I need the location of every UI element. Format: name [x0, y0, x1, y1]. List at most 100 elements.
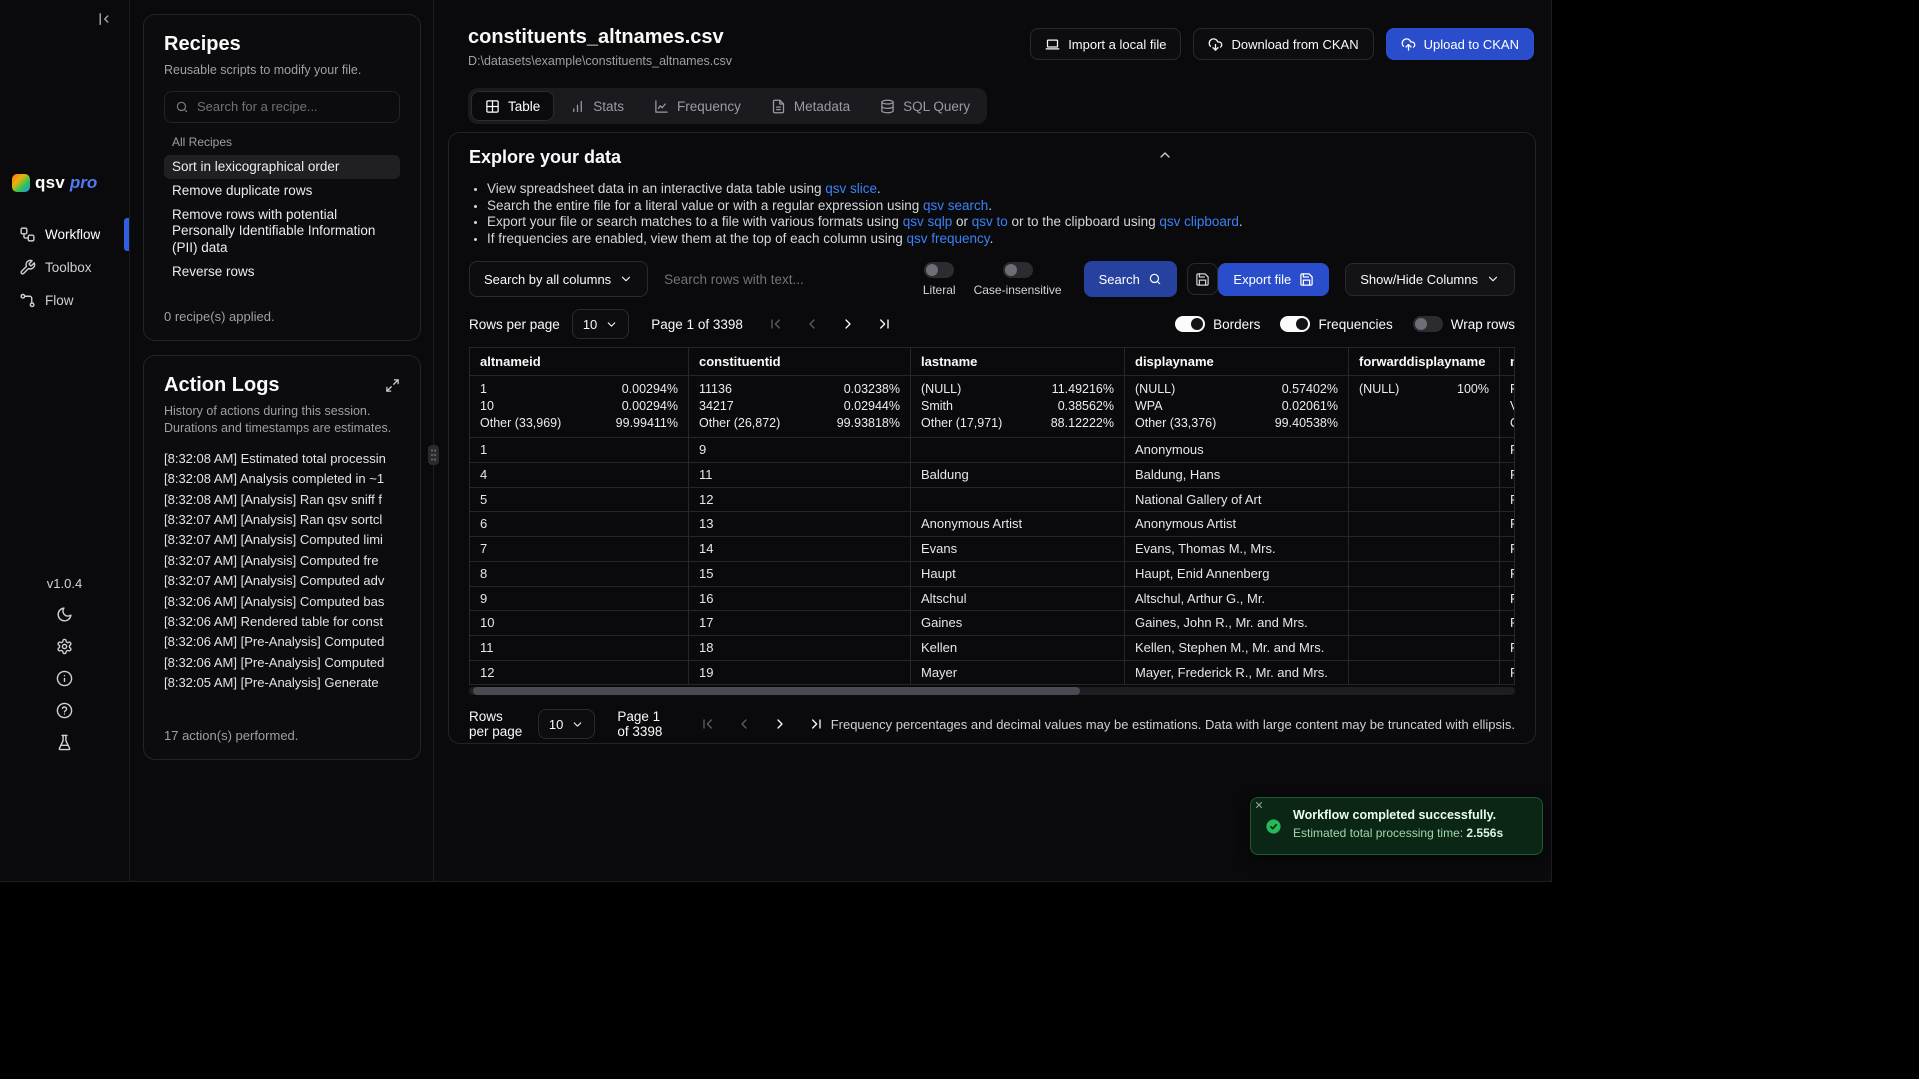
literal-toggle[interactable] — [924, 262, 954, 278]
frequency-line: 10.00294% — [480, 381, 678, 398]
pagination-bottom: Rows per page 10 Page 1 of 3398 — [469, 709, 1515, 739]
save-search-button[interactable] — [1187, 263, 1219, 295]
help-button[interactable] — [56, 702, 73, 719]
frequency-percent: 0.02944% — [844, 398, 900, 415]
rows-per-page-select[interactable]: 10 — [572, 309, 629, 339]
next-page-button[interactable] — [765, 709, 795, 739]
tab-stats[interactable]: Stats — [556, 91, 638, 121]
log-entry: [8:32:07 AM] [Analysis] Computed fre — [164, 551, 400, 571]
action-logs-list[interactable]: [8:32:08 AM] Estimated total processin[8… — [164, 449, 400, 720]
tab-metadata[interactable]: Metadata — [757, 91, 864, 121]
case-insensitive-toggle[interactable] — [1003, 262, 1033, 278]
table-cell: Gaines — [911, 611, 1125, 635]
recipe-item[interactable]: Reverse rows — [164, 260, 400, 284]
last-page-button[interactable] — [801, 709, 831, 739]
table-cell: 14 — [689, 537, 911, 561]
table-cell: Pre — [1500, 488, 1515, 512]
dark-mode-button[interactable] — [56, 606, 73, 623]
next-page-button[interactable] — [833, 309, 863, 339]
table-cell: 11 — [470, 636, 689, 660]
scrollbar-thumb[interactable] — [473, 687, 1080, 695]
workflow-icon — [19, 226, 36, 243]
collapse-sidebar-button[interactable] — [95, 10, 113, 31]
previous-page-button[interactable] — [797, 309, 827, 339]
settings-button[interactable] — [56, 638, 73, 655]
sidebar-item-flow[interactable]: Flow — [0, 284, 129, 317]
frequency-percent: 0.03238% — [844, 381, 900, 398]
wrench-icon — [19, 259, 36, 276]
table-cell: Gaines, John R., Mr. and Mrs. — [1125, 611, 1349, 635]
qsv-slice-link[interactable]: qsv slice — [825, 181, 877, 196]
borders-toggle[interactable] — [1175, 316, 1205, 332]
info-button[interactable] — [56, 670, 73, 687]
tab-label: Frequency — [677, 99, 741, 114]
column-header-displayname: displayname — [1125, 348, 1349, 375]
bullet-text: View spreadsheet data in an interactive … — [487, 181, 825, 196]
app-logo: qsvpro — [12, 173, 97, 193]
tab-table[interactable]: Table — [471, 91, 554, 121]
search-rows-input[interactable] — [664, 261, 905, 297]
last-page-icon — [876, 316, 892, 332]
chevron-left-icon — [804, 316, 820, 332]
sidebar-item-workflow[interactable]: Workflow — [0, 218, 129, 251]
recipe-item[interactable]: Remove duplicate rows — [164, 179, 400, 203]
search-button[interactable]: Search — [1084, 261, 1177, 297]
table-cell: 10 — [470, 611, 689, 635]
tab-sql-query[interactable]: SQL Query — [866, 91, 984, 121]
table-cell: 12 — [470, 661, 689, 685]
explore-bullets: View spreadsheet data in an interactive … — [469, 181, 1515, 247]
sidebar-nav: Workflow Toolbox Flow — [0, 218, 129, 317]
expand-logs-button[interactable] — [385, 378, 400, 396]
log-entry: [8:32:07 AM] [Analysis] Ran qsv sortcl — [164, 510, 400, 530]
rows-per-page-value: 10 — [549, 717, 563, 732]
rows-per-page-select[interactable]: 10 — [538, 709, 595, 739]
frequency-line: (NULL)100% — [1359, 381, 1489, 398]
upload-to-ckan-button[interactable]: Upload to CKAN — [1386, 28, 1534, 60]
wrap-rows-toggle[interactable] — [1413, 316, 1443, 332]
previous-page-button[interactable] — [729, 709, 759, 739]
import-local-file-button[interactable]: Import a local file — [1030, 28, 1181, 60]
search-by-columns-select[interactable]: Search by all columns — [469, 261, 648, 297]
toggle-knob — [1191, 318, 1203, 330]
table-cell: Anonymous Artist — [1125, 512, 1349, 536]
log-entry: [8:32:08 AM] [Analysis] Ran qsv sniff f — [164, 490, 400, 510]
qsv-sqlp-link[interactable]: qsv sqlp — [903, 214, 953, 229]
recipes-applied-note: 0 recipe(s) applied. — [164, 309, 400, 324]
table-cell: 11 — [689, 463, 911, 487]
frequency-row: 10.00294%100.00294%Other (33,969)99.9941… — [470, 376, 1514, 438]
log-entry: [8:32:06 AM] [Pre-Analysis] Computed — [164, 653, 400, 673]
save-icon — [1195, 272, 1210, 287]
recipes-subtitle: Reusable scripts to modify your file. — [164, 62, 400, 79]
qsv-to-link[interactable]: qsv to — [972, 214, 1008, 229]
recipe-search-input[interactable] — [197, 99, 389, 114]
lab-button[interactable] — [56, 734, 73, 751]
table-cell: Haupt, Enid Annenberg — [1125, 562, 1349, 586]
toast-close-button[interactable] — [1254, 799, 1264, 813]
recipe-item[interactable]: Remove rows with potential Personally Id… — [164, 203, 400, 260]
table-cell: 9 — [470, 587, 689, 611]
show-hide-columns-button[interactable]: Show/Hide Columns — [1345, 263, 1515, 296]
frequency-value: (NULL) — [1135, 381, 1175, 398]
tab-frequency[interactable]: Frequency — [640, 91, 755, 121]
frequency-percent: 99.93818% — [837, 415, 900, 432]
table-cell: Pre — [1500, 562, 1515, 586]
recipe-item[interactable]: Sort in lexicographical order — [164, 155, 400, 179]
logo-icon — [12, 174, 30, 192]
frequency-cell: (NULL)100% — [1349, 376, 1500, 437]
table-cell: Altschul, Arthur G., Mr. — [1125, 587, 1349, 611]
first-page-button[interactable] — [693, 709, 723, 739]
frequency-percent: 0.00294% — [622, 398, 678, 415]
column-header-lastname: lastname — [911, 348, 1125, 375]
sidebar-item-toolbox[interactable]: Toolbox — [0, 251, 129, 284]
last-page-button[interactable] — [869, 309, 899, 339]
explore-bullet: View spreadsheet data in an interactive … — [487, 181, 1515, 198]
horizontal-scrollbar[interactable] — [469, 687, 1515, 695]
export-file-button[interactable]: Export file — [1218, 263, 1329, 296]
first-page-button[interactable] — [761, 309, 791, 339]
qsv-clipboard-link[interactable]: qsv clipboard — [1159, 214, 1239, 229]
frequencies-toggle[interactable] — [1280, 316, 1310, 332]
download-from-ckan-button[interactable]: Download from CKAN — [1193, 28, 1373, 60]
qsv-frequency-link[interactable]: qsv frequency — [907, 231, 990, 246]
collapse-explore-button[interactable] — [1157, 147, 1173, 166]
qsv-search-link[interactable]: qsv search — [923, 198, 988, 213]
